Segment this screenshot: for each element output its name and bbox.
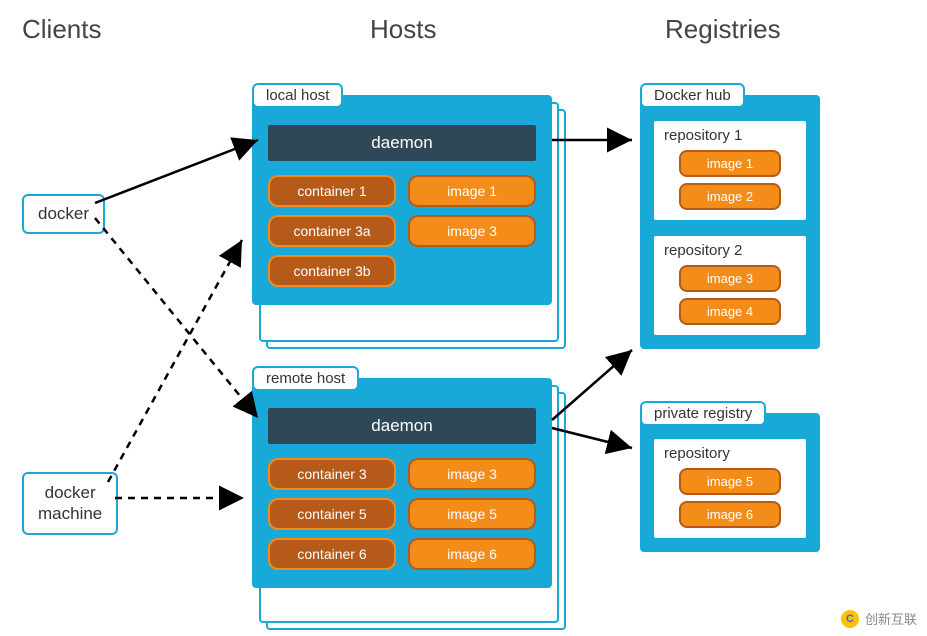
registry-docker-hub: Docker hub repository 1 image 1 image 2 … [640,95,820,349]
image-pill: image 5 [679,468,781,495]
host-remote-label: remote host [252,366,359,391]
host-local-stack: local host daemon container 1 image 1 co… [252,95,552,305]
client-machine-label: docker machine [38,483,102,523]
client-docker-machine: docker machine [22,472,118,535]
host-local-daemon: daemon [268,125,536,161]
image-pill: image 5 [408,498,536,530]
registry-private: private registry repository image 5 imag… [640,413,820,552]
host-local-rows: container 1 image 1 container 3a image 3… [268,175,536,287]
host-remote: remote host daemon container 3 image 3 c… [252,378,552,588]
container-pill: container 3a [268,215,396,247]
repo-box: repository 1 image 1 image 2 [652,119,808,222]
table-row: container 3a image 3 [268,215,536,247]
arrow-machine-to-local [108,240,242,482]
client-docker-label: docker [38,204,89,223]
image-pill: image 6 [408,538,536,570]
host-local: local host daemon container 1 image 1 co… [252,95,552,305]
registry-private-label: private registry [640,401,766,426]
host-remote-daemon: daemon [268,408,536,444]
table-row: container 6 image 6 [268,538,536,570]
image-pill: image 4 [679,298,781,325]
repo-title: repository 2 [664,242,796,259]
host-remote-rows: container 3 image 3 container 5 image 5 … [268,458,536,570]
image-pill: image 3 [679,265,781,292]
watermark-text: 创新互联 [865,609,917,628]
arrow-docker-to-remote [95,218,258,418]
host-remote-stack: remote host daemon container 3 image 3 c… [252,378,552,588]
client-docker: docker [22,194,105,234]
table-row: container 3 image 3 [268,458,536,490]
repo-box: repository image 5 image 6 [652,437,808,540]
table-row: container 1 image 1 [268,175,536,207]
watermark: C 创新互联 [841,609,917,628]
table-row: container 5 image 5 [268,498,536,530]
watermark-icon: C [841,610,859,628]
column-title-registries: Registries [665,14,781,45]
container-pill: container 3 [268,458,396,490]
container-pill: container 3b [268,255,396,287]
column-title-clients: Clients [22,14,101,45]
image-pill: image 1 [408,175,536,207]
registry-hub-label: Docker hub [640,83,745,108]
image-pill: image 3 [408,215,536,247]
container-pill: container 5 [268,498,396,530]
repo-box: repository 2 image 3 image 4 [652,234,808,337]
container-pill: container 1 [268,175,396,207]
image-pill: image 3 [408,458,536,490]
image-pill: image 1 [679,150,781,177]
image-pill: image 2 [679,183,781,210]
repo-title: repository 1 [664,127,796,144]
image-pill: image 6 [679,501,781,528]
table-row: container 3b [268,255,536,287]
host-local-label: local host [252,83,343,108]
column-title-hosts: Hosts [370,14,436,45]
container-pill: container 6 [268,538,396,570]
repo-title: repository [664,445,796,462]
arrow-docker-to-local [95,140,258,203]
